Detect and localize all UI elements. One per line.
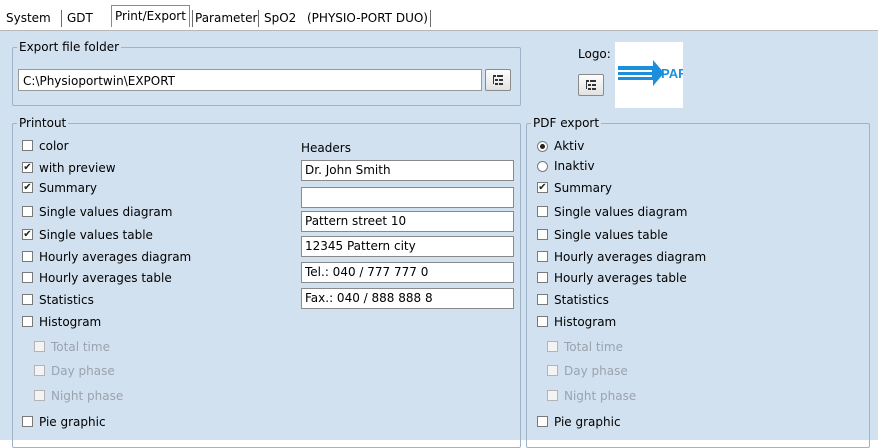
checkbox-label: Pie graphic (554, 415, 621, 429)
checkbox-checked[interactable]: ✔ (22, 182, 33, 193)
tab-system[interactable]: System (6, 9, 51, 27)
header-line-2-input[interactable] (301, 187, 514, 208)
export-browse-button[interactable] (485, 69, 511, 91)
checkbox-label: Total time (51, 340, 110, 354)
checkbox-label: Pie graphic (39, 415, 106, 429)
checkbox-label: Histogram (39, 315, 102, 329)
checkbox-disabled (34, 390, 45, 401)
checkbox[interactable] (22, 206, 33, 217)
checkbox-label: Histogram (554, 315, 617, 329)
header-line-5-input[interactable]: Tel.: 040 / 777 777 0 (301, 262, 514, 283)
header-line-3-input[interactable]: Pattern street 10 (301, 211, 514, 232)
checkbox-label: Day phase (564, 364, 628, 378)
header-line-6-input[interactable]: Fax.: 040 / 888 888 8 (301, 288, 514, 309)
tab-separator (61, 10, 62, 27)
pdf-export-legend: PDF export (533, 116, 600, 130)
checkbox[interactable] (537, 229, 548, 240)
checkbox-checked[interactable]: ✔ (22, 162, 33, 173)
par-logo-image: PAR (618, 60, 688, 86)
printout-legend: Printout (19, 116, 67, 130)
checkbox-label: Total time (564, 340, 623, 354)
tab-separator (192, 10, 193, 27)
tab-gdt[interactable]: GDT (67, 9, 93, 27)
checkbox-label: Statistics (554, 293, 609, 307)
checkbox-label: Hourly averages diagram (39, 250, 192, 264)
checkbox-disabled (547, 390, 558, 401)
checkbox[interactable] (537, 416, 548, 427)
checkbox-label: Hourly averages diagram (554, 250, 707, 264)
header-line-4-input[interactable]: 12345 Pattern city (301, 236, 514, 257)
checkbox-label: Night phase (51, 389, 124, 403)
checkbox[interactable] (22, 251, 33, 262)
checkbox[interactable] (537, 272, 548, 283)
checkbox[interactable] (22, 294, 33, 305)
folder-browse-icon (493, 75, 503, 85)
checkbox-label: with preview (39, 161, 116, 175)
headers-label: Headers (301, 141, 351, 155)
tab-separator (258, 10, 259, 27)
radio-selected[interactable] (537, 141, 548, 152)
checkbox-label: Single values diagram (554, 205, 688, 219)
export-folder-legend: Export file folder (19, 40, 120, 54)
checkbox[interactable] (22, 140, 33, 151)
tab-print-export[interactable]: Print/Export (111, 5, 190, 27)
checkbox[interactable] (537, 294, 548, 305)
checkbox-label: Hourly averages table (39, 271, 172, 285)
radio-label: Aktiv (554, 139, 585, 153)
checkbox[interactable] (537, 316, 548, 327)
checkbox-label: Day phase (51, 364, 115, 378)
radio[interactable] (537, 161, 548, 172)
checkbox-label: color (39, 139, 69, 153)
checkbox[interactable] (22, 416, 33, 427)
tab-spo2[interactable]: SpO2 (264, 9, 296, 27)
checkbox-label: Single values table (554, 228, 668, 242)
tab-physio-port-duo[interactable]: (PHYSIO-PORT DUO) (307, 9, 428, 27)
checkbox-label: Summary (39, 181, 97, 195)
tab-bar: System GDT Print/Export Parameter SpO2 (… (0, 0, 878, 30)
checkbox-label: Single values diagram (39, 205, 173, 219)
checkbox-label: Statistics (39, 293, 94, 307)
header-line-1-input[interactable]: Dr. John Smith (301, 160, 514, 181)
checkbox-label: Single values table (39, 228, 153, 242)
settings-window: System GDT Print/Export Parameter SpO2 (… (0, 0, 878, 448)
checkbox[interactable] (22, 316, 33, 327)
checkbox-disabled (34, 365, 45, 376)
checkbox-disabled (547, 341, 558, 352)
svg-text:PAR: PAR (661, 66, 683, 81)
checkbox-label: Summary (554, 181, 612, 195)
folder-browse-icon (586, 80, 596, 90)
logo-label: Logo: (578, 47, 611, 61)
checkbox-checked[interactable]: ✔ (537, 182, 548, 193)
checkbox-label: Night phase (564, 389, 637, 403)
radio-label: Inaktiv (554, 159, 595, 173)
logo-preview: PAR (615, 42, 688, 108)
checkbox[interactable] (537, 206, 548, 217)
tab-separator (430, 10, 431, 27)
checkbox[interactable] (537, 251, 548, 262)
checkbox-checked[interactable]: ✔ (22, 229, 33, 240)
checkbox-disabled (34, 341, 45, 352)
export-path-field[interactable]: C:\Physioportwin\EXPORT (18, 69, 482, 91)
logo-browse-button[interactable] (578, 74, 604, 96)
checkbox[interactable] (22, 272, 33, 283)
tab-parameter[interactable]: Parameter (195, 9, 257, 27)
checkbox-label: Hourly averages table (554, 271, 687, 285)
checkbox-disabled (547, 365, 558, 376)
